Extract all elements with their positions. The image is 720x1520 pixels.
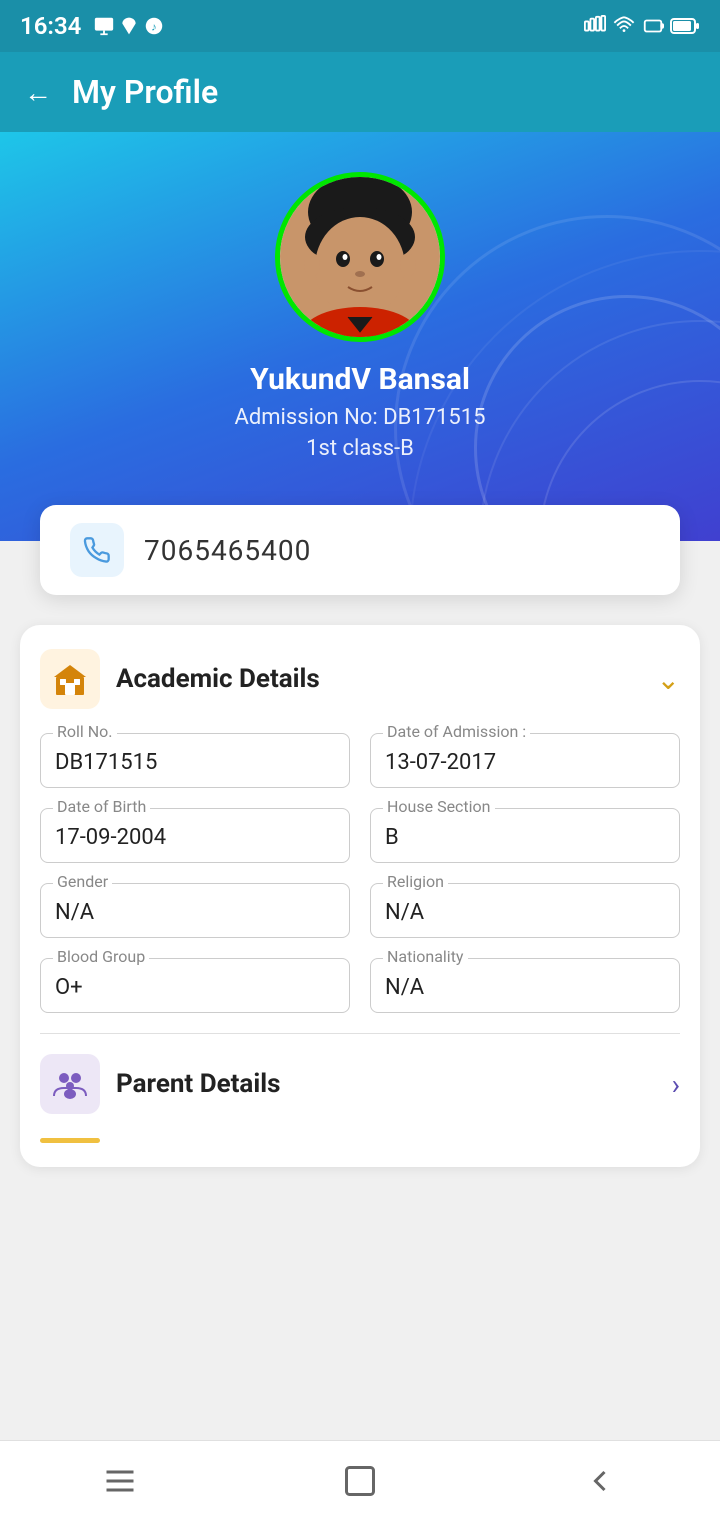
header: ← My Profile <box>0 52 720 132</box>
phone-icon-box <box>70 523 124 577</box>
blood-group-label: Blood Group <box>53 947 149 966</box>
academic-fields-grid: Roll No. DB171515 Date of Admission : 13… <box>40 733 680 1013</box>
gender-field: Gender N/A <box>40 883 350 938</box>
roll-no-value: DB171515 <box>55 750 335 775</box>
academic-chevron-icon[interactable]: ⌄ <box>657 663 680 696</box>
nationality-label: Nationality <box>383 947 468 966</box>
religion-label: Religion <box>383 872 448 891</box>
status-time: 16:34 <box>20 12 81 40</box>
details-card: Academic Details ⌄ Roll No. DB171515 Dat… <box>20 625 700 1167</box>
academic-section-title: Academic Details <box>116 664 657 694</box>
nationality-field: Nationality N/A <box>370 958 680 1013</box>
blood-group-field: Blood Group O+ <box>40 958 350 1013</box>
notification-icons: ♪ <box>93 15 165 37</box>
house-section-field: House Section B <box>370 808 680 863</box>
date-of-birth-label: Date of Birth <box>53 797 150 816</box>
parent-icon-box <box>40 1054 100 1114</box>
avatar <box>275 172 445 342</box>
svg-text:♪: ♪ <box>152 21 158 34</box>
main-content: Academic Details ⌄ Roll No. DB171515 Dat… <box>0 595 720 1187</box>
academic-details-header: Academic Details ⌄ <box>40 649 680 709</box>
roll-no-label: Roll No. <box>53 722 117 741</box>
date-of-birth-value: 17-09-2004 <box>55 825 335 850</box>
yellow-accent-bar <box>40 1138 100 1143</box>
back-nav-icon <box>582 1463 618 1499</box>
academic-icon-box <box>40 649 100 709</box>
nationality-value: N/A <box>385 975 665 1000</box>
hero-section: YukundV Bansal Admission No: DB171515 1s… <box>0 132 720 541</box>
admission-number: Admission No: DB171515 <box>235 405 486 430</box>
religion-field: Religion N/A <box>370 883 680 938</box>
school-icon <box>52 661 88 697</box>
class-label: 1st class-B <box>306 436 414 461</box>
parent-arrow-icon[interactable]: › <box>672 1068 680 1101</box>
menu-icon <box>102 1463 138 1499</box>
parent-section-title: Parent Details <box>116 1069 672 1099</box>
status-icons-right <box>584 15 700 37</box>
house-section-label: House Section <box>383 797 495 816</box>
status-bar: 16:34 ♪ <box>0 0 720 52</box>
date-of-admission-field: Date of Admission : 13-07-2017 <box>370 733 680 788</box>
family-icon <box>52 1066 88 1102</box>
date-of-admission-label: Date of Admission : <box>383 722 530 741</box>
gender-value: N/A <box>55 900 335 925</box>
page-title: My Profile <box>72 73 218 111</box>
bottom-navigation <box>0 1440 720 1520</box>
date-of-birth-field: Date of Birth 17-09-2004 <box>40 808 350 863</box>
home-button[interactable] <box>320 1451 400 1511</box>
roll-no-field: Roll No. DB171515 <box>40 733 350 788</box>
phone-card: 7065465400 <box>40 505 680 595</box>
phone-icon <box>83 536 111 564</box>
back-nav-button[interactable] <box>560 1451 640 1511</box>
blood-group-value: O+ <box>55 975 335 1000</box>
student-name: YukundV Bansal <box>250 362 470 397</box>
gender-label: Gender <box>53 872 112 891</box>
phone-number: 7065465400 <box>144 534 311 567</box>
menu-button[interactable] <box>80 1451 160 1511</box>
religion-value: N/A <box>385 900 665 925</box>
section-divider <box>40 1033 680 1034</box>
parent-details-header[interactable]: Parent Details › <box>40 1054 680 1114</box>
home-icon <box>342 1463 378 1499</box>
date-of-admission-value: 13-07-2017 <box>385 750 665 775</box>
house-section-value: B <box>385 825 665 850</box>
back-button[interactable]: ← <box>24 76 52 109</box>
